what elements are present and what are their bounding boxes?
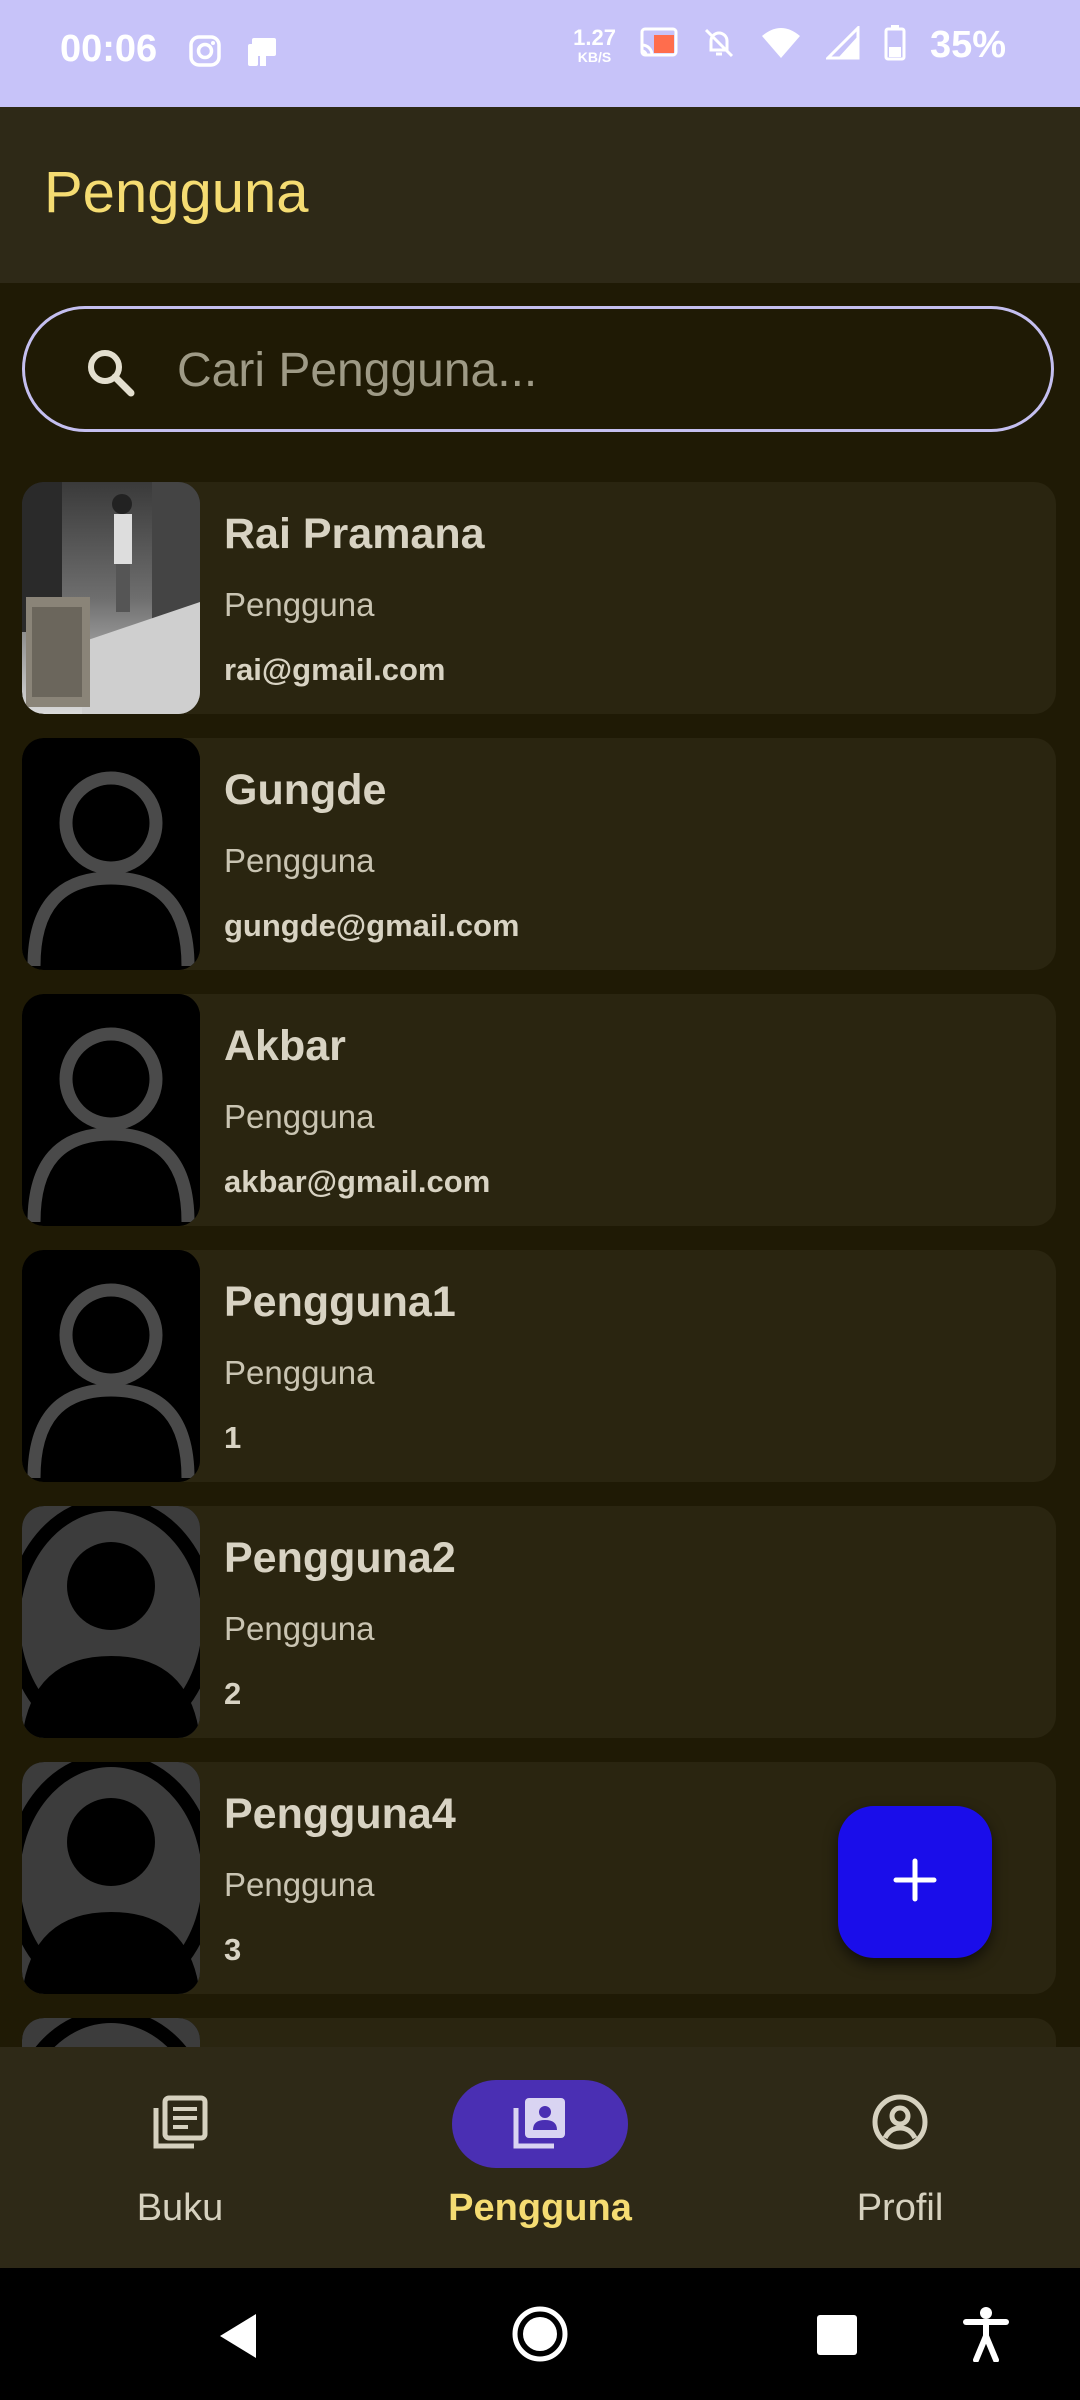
user-role: Pengguna xyxy=(224,1354,375,1391)
search-bar[interactable] xyxy=(22,306,1054,432)
avatar-default-icon xyxy=(22,2018,200,2047)
user-name: Rai Pramana xyxy=(224,510,485,558)
user-name: Pengguna2 xyxy=(224,1534,456,1582)
avatar-placeholder-icon xyxy=(22,738,200,970)
avatar-default-icon xyxy=(22,1506,200,1738)
user-email: akbar@gmail.com xyxy=(224,1164,491,1199)
status-time: 00:06 xyxy=(60,28,158,70)
avatar-placeholder-icon xyxy=(22,1250,200,1482)
home-icon[interactable] xyxy=(510,2304,570,2369)
network-speed-unit: KB/S xyxy=(577,48,612,65)
user-email: 3 xyxy=(224,1932,242,1967)
user-role: Pengguna xyxy=(224,586,375,623)
user-name: Pengguna1 xyxy=(224,1278,456,1326)
app-bar: Pengguna xyxy=(0,107,1080,283)
user-role: Pengguna xyxy=(224,1098,375,1135)
nav-label-profil: Profil xyxy=(856,2187,944,2229)
accessibility-icon[interactable] xyxy=(962,2306,1010,2367)
cast-icon xyxy=(640,27,678,64)
notification-app-icon xyxy=(244,34,280,75)
user-email: gungde@gmail.com xyxy=(224,908,520,943)
user-role: Pengguna xyxy=(224,1610,375,1647)
avatar-default-icon xyxy=(22,1762,200,1994)
nav-label-pengguna: Pengguna xyxy=(448,2187,632,2229)
battery-icon xyxy=(884,25,906,66)
nav-item-pengguna[interactable]: Pengguna xyxy=(360,2047,720,2268)
nav-item-profil[interactable]: Profil xyxy=(720,2047,1080,2268)
user-email: 2 xyxy=(224,1676,242,1711)
user-role: Pengguna xyxy=(224,842,375,879)
nav-label-buku: Buku xyxy=(136,2187,224,2229)
account-circle-icon xyxy=(870,2092,930,2157)
status-bar: 00:06 1.27 KB/S 35% xyxy=(0,0,1080,107)
search-input[interactable] xyxy=(175,329,1019,411)
plus-icon xyxy=(892,1857,938,1908)
signal-icon xyxy=(824,24,860,65)
user-card[interactable]: Pengguna1 Pengguna 1 xyxy=(22,1250,1056,1482)
bell-off-icon xyxy=(702,26,736,65)
user-name: Pengguna4 xyxy=(224,1790,456,1838)
back-icon[interactable] xyxy=(216,2312,260,2365)
user-card[interactable]: Akbar Pengguna akbar@gmail.com xyxy=(22,994,1056,1226)
users-icon xyxy=(510,2092,570,2157)
add-user-button[interactable] xyxy=(838,1806,992,1958)
user-name: Akbar xyxy=(224,1022,346,1070)
user-email: rai@gmail.com xyxy=(224,652,446,687)
bottom-nav: Buku Pengguna Profil xyxy=(0,2047,1080,2268)
recents-icon[interactable] xyxy=(816,2314,858,2361)
user-card[interactable]: Pengguna2 Pengguna 2 xyxy=(22,1506,1056,1738)
search-icon xyxy=(83,345,137,404)
book-list-icon xyxy=(150,2092,210,2157)
user-card[interactable] xyxy=(22,2018,1056,2047)
user-card[interactable]: Gungde Pengguna gungde@gmail.com xyxy=(22,738,1056,970)
user-photo xyxy=(22,482,200,714)
user-card[interactable]: Rai Pramana Pengguna rai@gmail.com xyxy=(22,482,1056,714)
page-title: Pengguna xyxy=(44,160,309,225)
user-email: 1 xyxy=(224,1420,242,1455)
nav-active-indicator xyxy=(452,2080,628,2168)
battery-percent: 35% xyxy=(929,24,1006,66)
user-role: Pengguna xyxy=(224,1866,375,1903)
system-nav-bar xyxy=(0,2268,1080,2400)
nav-item-buku[interactable]: Buku xyxy=(0,2047,360,2268)
wifi-icon xyxy=(760,26,802,65)
network-speed-value: 1.27 xyxy=(573,24,616,50)
network-speed: 1.27 KB/S xyxy=(573,24,616,65)
instagram-icon xyxy=(188,34,222,75)
user-name: Gungde xyxy=(224,766,387,814)
avatar-placeholder-icon xyxy=(22,994,200,1226)
